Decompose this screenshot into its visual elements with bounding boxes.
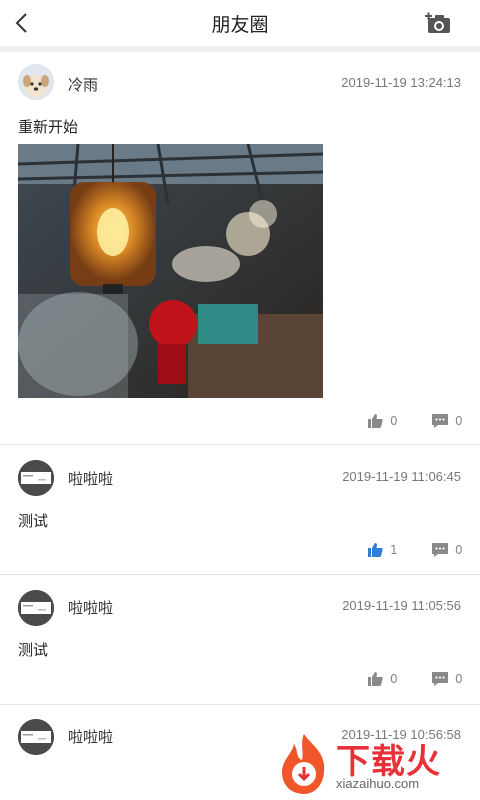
post-text: 测试 [18, 641, 49, 659]
post-time: 2019-11-19 13:24:13 [341, 75, 461, 90]
like-button[interactable]: 1 [368, 543, 398, 557]
post-time: 2019-11-19 11:06:45 [342, 469, 461, 484]
page-title: 朋友圈 [211, 13, 269, 36]
comment-count: 0 [455, 414, 463, 428]
like-count: 0 [390, 414, 398, 428]
comment-button[interactable]: 0 [432, 543, 463, 557]
back-arrow-icon[interactable] [10, 10, 36, 36]
username[interactable]: 啦啦啦 [68, 726, 113, 747]
moment-post: 冷雨 2019-11-19 13:24:13 重新开始 0 0 [0, 52, 480, 444]
post-text: 测试 [18, 512, 49, 530]
avatar[interactable] [18, 719, 54, 755]
post-time: 2019-11-19 11:05:56 [342, 598, 461, 613]
like-button[interactable]: 0 [368, 414, 398, 428]
top-bar: 朋友圈 [0, 0, 480, 46]
username[interactable]: 冷雨 [68, 74, 98, 95]
watermark-logo: 下载火 xiazaihuo.com [274, 732, 474, 796]
comment-count: 0 [455, 672, 463, 686]
post-text: 重新开始 [18, 118, 79, 136]
username[interactable]: 啦啦啦 [68, 597, 113, 618]
avatar[interactable] [18, 590, 54, 626]
comment-button[interactable]: 0 [432, 414, 463, 428]
comment-button[interactable]: 0 [432, 672, 463, 686]
like-count: 0 [390, 672, 398, 686]
watermark-domain: xiazaihuo.com [336, 776, 420, 791]
comment-count: 0 [455, 543, 463, 557]
avatar[interactable] [18, 460, 54, 496]
flame-logo-icon [282, 734, 325, 794]
moment-post: 啦啦啦 2019-11-19 11:06:45 测试 1 0 [0, 445, 480, 574]
like-count: 1 [390, 543, 398, 557]
post-photo[interactable] [18, 144, 323, 398]
moment-post: 啦啦啦 2019-11-19 11:05:56 测试 0 0 [0, 575, 480, 704]
like-button[interactable]: 0 [368, 672, 398, 686]
add-photo-camera-icon[interactable] [424, 11, 452, 35]
username[interactable]: 啦啦啦 [68, 468, 113, 489]
avatar[interactable] [18, 64, 54, 100]
